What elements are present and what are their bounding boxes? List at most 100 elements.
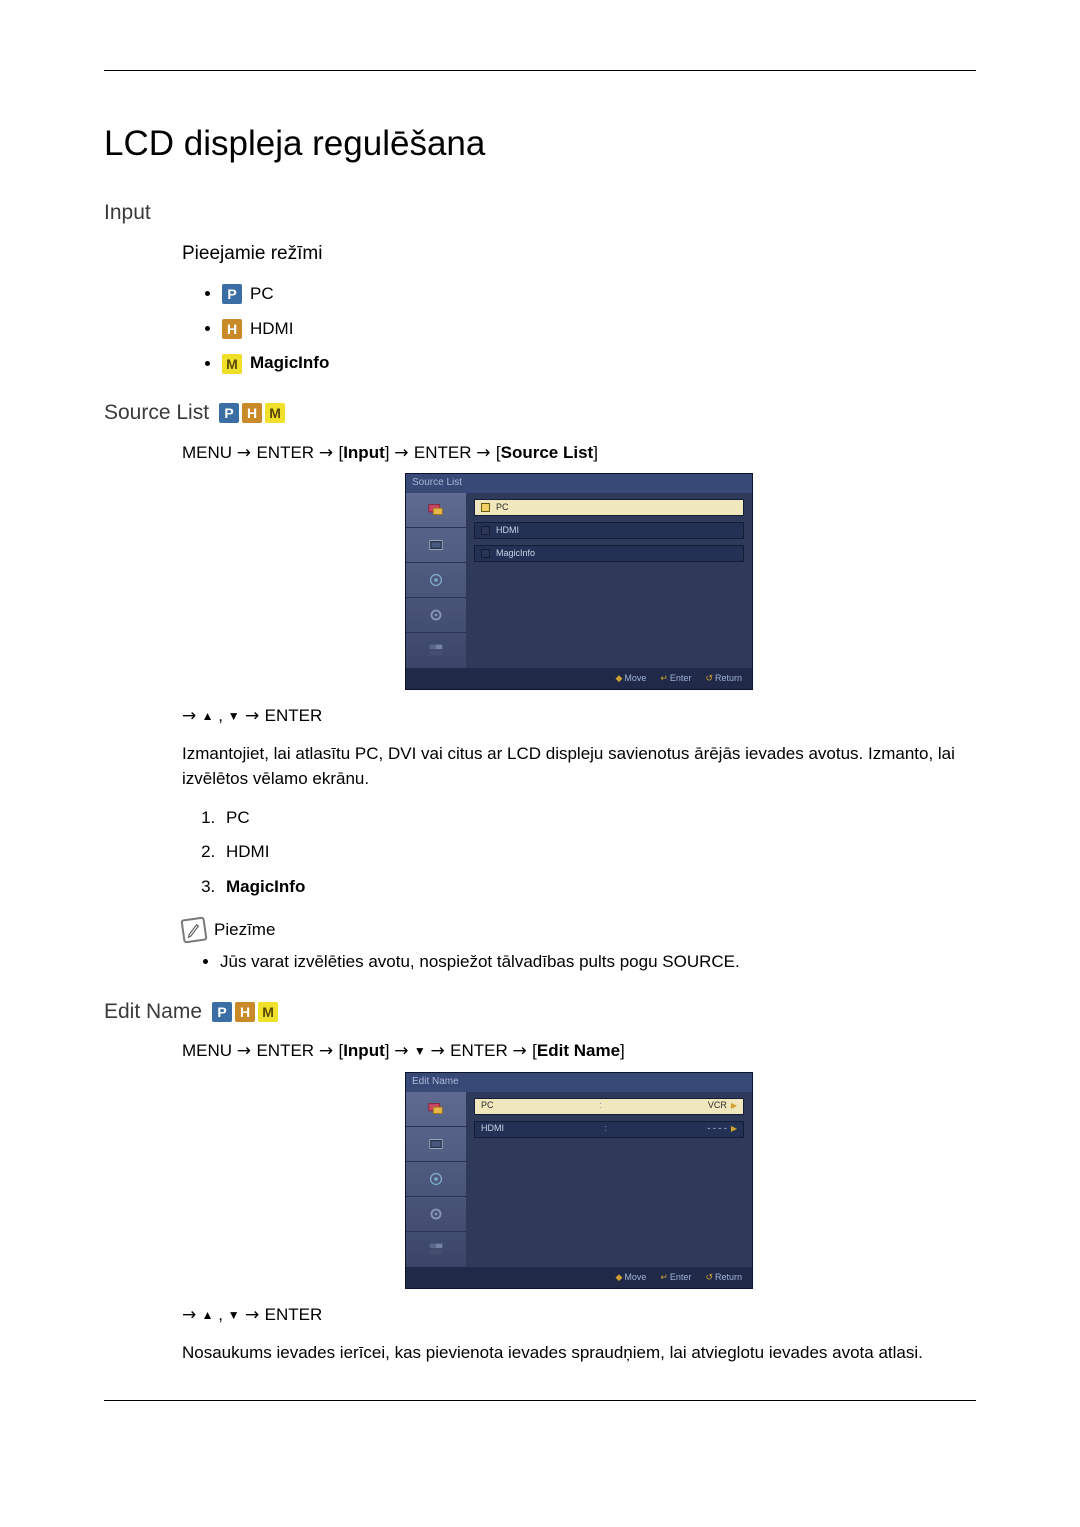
nav-arrows-1: → ▲ , ▼ → ENTER	[182, 704, 976, 729]
osd-title: Source List	[406, 474, 752, 493]
osd-foot-return: Return	[715, 673, 742, 683]
osd-item-label: HDMI	[496, 524, 519, 537]
nav-menu: MENU	[182, 1041, 232, 1060]
osd-footer: ◆Move ↵Enter ↺Return	[406, 668, 752, 689]
osd-item-label: MagicInfo	[496, 547, 535, 560]
arrow-icon: →	[394, 443, 414, 463]
osd-editname-figure: Edit Name PC : VCR▶ HDMI : - - - -▶	[182, 1072, 976, 1289]
nav-menu: MENU	[182, 443, 232, 462]
arrow-icon: →	[319, 443, 339, 463]
nav-arrows-2: → ▲ , ▼ → ENTER	[182, 1303, 976, 1328]
osd-tab-picture-icon	[406, 528, 466, 563]
arrow-icon: →	[237, 1041, 257, 1061]
osd-tab-sound-icon	[406, 563, 466, 598]
list-item-label: HDMI	[226, 842, 269, 861]
arrow-icon: →	[513, 1041, 533, 1061]
osd-tab-picture-icon	[406, 1127, 466, 1162]
top-rule	[104, 70, 976, 71]
osd-item-magicinfo: MagicInfo	[474, 545, 744, 562]
source-ordered-list: PC HDMI MagicInfo	[220, 806, 976, 900]
osd-foot-move: Move	[624, 673, 646, 683]
h-icon: H	[222, 319, 242, 339]
osd-tab-multi-icon	[406, 1232, 466, 1267]
nav-sourcelist-bracket: [Source List]	[496, 443, 598, 462]
nav-enter: ENTER	[256, 443, 314, 462]
osd-row-label: PC	[481, 1099, 494, 1112]
down-icon: ▼	[414, 1044, 426, 1058]
osd-sourcelist-figure: Source List PC HDMI MagicInfo ◆Move ↵Ent…	[182, 473, 976, 690]
mode-magicinfo-label: MagicInfo	[250, 351, 329, 376]
arrow-icon: →	[431, 1041, 451, 1061]
section-sourcelist: Source List P H M	[104, 398, 976, 428]
h-icon: H	[242, 403, 262, 423]
move-icon: ◆	[615, 1272, 622, 1282]
checkbox-icon	[481, 549, 490, 558]
osd-item-label: PC	[496, 501, 509, 514]
osd-row-value: - - - -	[707, 1122, 727, 1135]
modes-list: P PC H HDMI M MagicInfo	[222, 282, 976, 376]
mode-pc-label: PC	[250, 282, 274, 307]
osd-row-pc: PC : VCR▶	[474, 1098, 744, 1115]
enter-icon: ↵	[660, 1272, 668, 1282]
osd-row-label: HDMI	[481, 1122, 504, 1135]
nav-path-sourcelist: MENU → ENTER → [Input] → ENTER → [Source…	[182, 441, 976, 466]
checkbox-icon	[481, 526, 490, 535]
m-icon: M	[265, 403, 285, 423]
section-input: Input	[104, 198, 976, 228]
p-icon: P	[222, 284, 242, 304]
nav-input-bracket: [Input]	[338, 443, 389, 462]
bottom-rule	[104, 1400, 976, 1401]
osd-tab-setup-icon	[406, 1197, 466, 1232]
osd-item-pc: PC	[474, 499, 744, 516]
return-icon: ↺	[705, 1272, 713, 1282]
osd-row-value: VCR	[708, 1099, 727, 1112]
m-icon: M	[258, 1002, 278, 1022]
p-icon: P	[212, 1002, 232, 1022]
note-icon	[180, 916, 207, 943]
osd-footer: ◆Move ↵Enter ↺Return	[406, 1267, 752, 1288]
osd-tab-input-icon	[406, 493, 466, 528]
return-icon: ↺	[705, 673, 713, 683]
list-item: MagicInfo	[220, 875, 976, 900]
arrow-icon: →	[394, 1041, 414, 1061]
m-icon: M	[222, 354, 242, 374]
osd-tab-sound-icon	[406, 1162, 466, 1197]
note-item: Jūs varat izvēlēties avotu, nospiežot tā…	[220, 950, 976, 975]
nav-editname-bracket: [Edit Name]	[532, 1041, 625, 1060]
arrow-icon: →	[237, 443, 257, 463]
arrow-icon: →	[476, 443, 496, 463]
note-label: Piezīme	[214, 918, 275, 943]
osd-foot-enter: Enter	[670, 673, 692, 683]
note-list: Jūs varat izvēlēties avotu, nospiežot tā…	[220, 950, 976, 975]
osd-row-hdmi: HDMI : - - - -▶	[474, 1121, 744, 1138]
osd-sidebar	[406, 493, 466, 668]
mode-magicinfo: M MagicInfo	[222, 351, 976, 376]
osd-sidebar	[406, 1092, 466, 1267]
nav-enter: ENTER	[414, 443, 472, 462]
enter-icon: ↵	[660, 673, 668, 683]
nav-enter: ENTER	[256, 1041, 314, 1060]
list-item: PC	[220, 806, 976, 831]
desc-sourcelist: Izmantojiet, lai atlasītu PC, DVI vai ci…	[182, 742, 976, 791]
nav-path-editname: MENU → ENTER → [Input] → ▼ → ENTER → [Ed…	[182, 1039, 976, 1064]
move-icon: ◆	[615, 673, 622, 683]
list-item-label: PC	[226, 808, 250, 827]
arrow-icon: →	[319, 1041, 339, 1061]
mode-pc: P PC	[222, 282, 976, 307]
list-item-label: MagicInfo	[226, 877, 305, 896]
note-heading: Piezīme	[182, 918, 976, 943]
osd-foot-move: Move	[624, 1272, 646, 1282]
osd-tab-input-icon	[406, 1092, 466, 1127]
nav-input-bracket: [Input]	[338, 1041, 389, 1060]
list-item: HDMI	[220, 840, 976, 865]
editname-label: Edit Name	[104, 997, 202, 1027]
mode-hdmi-label: HDMI	[250, 317, 293, 342]
checkbox-icon	[481, 503, 490, 512]
chevron-right-icon: ▶	[731, 1100, 737, 1112]
desc-editname: Nosaukums ievades ierīcei, kas pievienot…	[182, 1341, 976, 1366]
osd-tab-multi-icon	[406, 633, 466, 668]
nav-enter: ENTER	[450, 1041, 508, 1060]
osd-tab-setup-icon	[406, 598, 466, 633]
sourcelist-label: Source List	[104, 398, 209, 428]
osd-foot-return: Return	[715, 1272, 742, 1282]
